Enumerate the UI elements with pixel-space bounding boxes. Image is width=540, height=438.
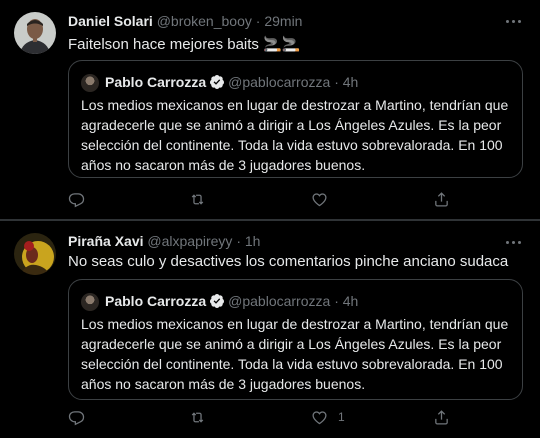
quoted-avatar [81, 293, 99, 312]
avatar-photo [14, 233, 56, 275]
quoted-tweet-header: Pablo Carrozza @pablocarrozza · 4h [81, 291, 359, 312]
tweet-header: Daniel Solari @broken_booy · 29min [68, 12, 302, 30]
quoted-text-line: agradecerle que se animó a dirigir a Los… [81, 117, 502, 133]
quoted-tweet[interactable]: Pablo Carrozza @pablocarrozza · 4h Los me… [68, 60, 523, 178]
tweet[interactable]: Piraña Xavi @alxpapireyy · 1h No seas cu… [0, 221, 540, 438]
tweet-text: Faitelson hace mejores baits 🚬🚬 [68, 36, 301, 53]
quoted-tweet-time: 4h [342, 293, 359, 309]
quoted-author-name: Pablo Carrozza [105, 74, 207, 90]
tweet-time[interactable]: 29min [264, 13, 302, 29]
more-options-button[interactable] [504, 12, 524, 30]
verified-badge-icon [210, 294, 225, 308]
quoted-tweet[interactable]: Pablo Carrozza @pablocarrozza · 4h Los me… [68, 279, 523, 400]
reply-icon [68, 192, 85, 207]
tweet-actions: 1 [68, 407, 523, 427]
author-handle[interactable]: @broken_booy [157, 13, 252, 29]
quoted-text-line: años no sacaron más de 3 jugadores bueno… [81, 157, 366, 173]
verified-badge-icon [210, 75, 225, 89]
like-button[interactable] [311, 189, 338, 209]
more-options-button[interactable] [504, 233, 524, 251]
author-handle[interactable]: @alxpapireyy [147, 233, 232, 249]
retweet-button[interactable] [189, 189, 216, 209]
retweet-icon [191, 411, 204, 423]
author-name[interactable]: Piraña Xavi [68, 233, 144, 249]
like-count: 1 [338, 410, 345, 424]
more-horizontal-icon [506, 20, 509, 23]
header-separator: · [236, 233, 241, 249]
more-horizontal-icon [506, 241, 509, 244]
retweet-icon [191, 193, 204, 205]
heart-icon [312, 410, 327, 424]
share-icon [435, 191, 448, 207]
more-dot [518, 20, 521, 23]
quoted-author-handle: @pablocarrozza [228, 74, 331, 90]
quoted-text-line: selección del continente. Toda la vida e… [81, 356, 503, 372]
author-name[interactable]: Daniel Solari [68, 13, 153, 29]
quoted-text-line: Los medios mexicanos en lugar de destroz… [81, 97, 509, 113]
tweet-header: Piraña Xavi @alxpapireyy · 1h [68, 232, 260, 250]
quoted-tweet-time: 4h [342, 74, 359, 90]
share-button[interactable] [433, 407, 450, 427]
quoted-separator: · [334, 74, 339, 90]
share-icon [435, 409, 448, 425]
share-button[interactable] [433, 189, 450, 209]
header-separator: · [255, 13, 261, 29]
tweet[interactable]: Daniel Solari @broken_booy · 29min Faite… [0, 0, 540, 219]
reply-button[interactable] [68, 189, 95, 209]
quoted-text-line: agradecerle que se animó a dirigir a Los… [81, 336, 502, 352]
like-button[interactable]: 1 [311, 407, 345, 427]
quoted-tweet-text: Los medios mexicanos en lugar de destroz… [81, 314, 513, 394]
tweet-text: No seas culo y desactives los comentario… [68, 253, 509, 270]
heart-icon [312, 192, 327, 206]
quoted-separator: · [334, 293, 339, 309]
avatar[interactable] [14, 12, 56, 54]
reply-icon [68, 410, 85, 425]
reply-button[interactable] [68, 407, 95, 427]
more-dot [512, 20, 515, 23]
more-dot [518, 241, 521, 244]
avatar[interactable] [14, 233, 56, 275]
quoted-text-line: años no sacaron más de 3 jugadores bueno… [81, 376, 366, 392]
quoted-author-name: Pablo Carrozza [105, 293, 207, 309]
quoted-avatar [81, 74, 99, 93]
tweet-actions [68, 189, 523, 209]
quoted-tweet-header: Pablo Carrozza @pablocarrozza · 4h [81, 72, 359, 93]
quoted-text-line: Los medios mexicanos en lugar de destroz… [81, 316, 509, 332]
avatar-photo [14, 12, 56, 54]
quoted-author-handle: @pablocarrozza [228, 293, 331, 309]
quoted-tweet-text: Los medios mexicanos en lugar de destroz… [81, 95, 513, 175]
quoted-text-line: selección del continente. Toda la vida e… [81, 137, 503, 153]
tweet-time[interactable]: 1h [245, 233, 261, 249]
more-dot [512, 241, 515, 244]
retweet-button[interactable] [189, 407, 216, 427]
